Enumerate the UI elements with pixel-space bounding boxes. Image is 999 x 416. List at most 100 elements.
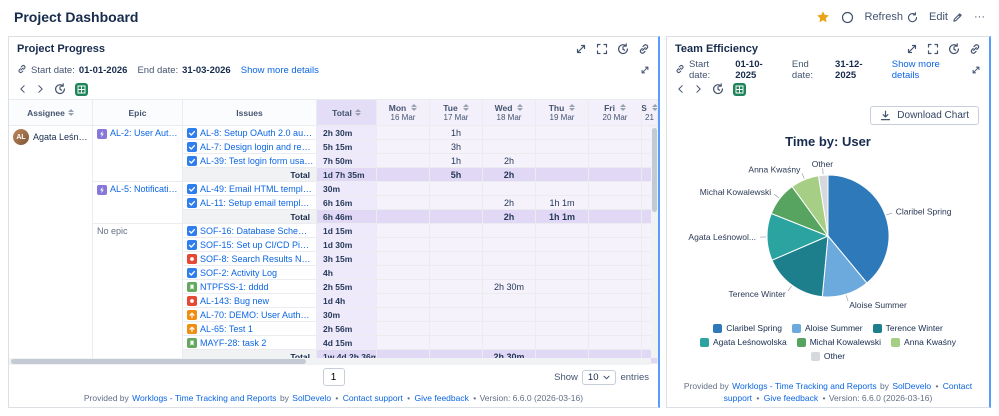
favorite-star-icon[interactable] (816, 10, 830, 24)
day-cell (589, 154, 642, 168)
day-cell (483, 224, 536, 238)
expand-icon[interactable] (971, 65, 981, 75)
contact-support-link[interactable]: Contact support (343, 393, 403, 403)
edit-button[interactable]: Edit (929, 11, 963, 23)
table-header: Assignee Epic Issues Total Mon 16 Mar Tue 17 Ma… (9, 100, 658, 126)
day-column-header[interactable]: S21 (642, 100, 658, 126)
assignee-cell: AL Agata Leśnowolska (9, 126, 93, 364)
legend-label: Other (823, 351, 846, 361)
legend-item[interactable]: Aloise Summer (791, 323, 863, 333)
day-cell (589, 238, 642, 252)
resize-icon[interactable] (575, 43, 587, 55)
prev-period-button[interactable] (18, 84, 27, 94)
show-more-details-link[interactable]: Show more details (892, 59, 967, 81)
history-icon[interactable] (948, 43, 960, 55)
day-cell (536, 126, 589, 140)
fullscreen-icon[interactable] (927, 43, 939, 55)
legend-swatch (796, 337, 806, 347)
issue-link[interactable]: AL-11: Setup email templates for notific… (183, 196, 317, 210)
day-cell: 2h 30m (483, 280, 536, 294)
vendor-link[interactable]: SolDevelo (892, 381, 931, 391)
app-link[interactable]: Worklogs - Time Tracking and Reports (732, 381, 876, 391)
legend-label: Claribel Spring (726, 323, 782, 333)
entries-select[interactable]: 10 (581, 369, 617, 385)
history-icon[interactable] (617, 43, 629, 55)
column-header[interactable]: Epic (93, 100, 183, 126)
issue-total-cell: 7h 50m (317, 154, 377, 168)
time-history-icon[interactable] (54, 83, 66, 95)
download-chart-button[interactable]: Download Chart (870, 106, 979, 125)
prev-period-button[interactable] (676, 84, 685, 94)
link-icon[interactable] (638, 43, 650, 55)
more-button[interactable]: ··· (974, 11, 985, 23)
resize-icon[interactable] (906, 43, 918, 55)
legend-item[interactable]: Anna Kwaśny (891, 337, 956, 347)
vertical-scrollbar[interactable] (651, 126, 658, 358)
scrollbar-thumb[interactable] (652, 128, 657, 212)
day-cell (589, 308, 642, 322)
give-feedback-link[interactable]: Give feedback (415, 393, 469, 403)
day-cell (483, 252, 536, 266)
legend-item[interactable]: Michał Kowalewski (796, 337, 881, 347)
give-feedback-link[interactable]: Give feedback (764, 393, 818, 403)
end-date: 31-03-2026 (182, 64, 231, 76)
legend-item[interactable]: Terence Winter (872, 323, 943, 333)
task-issue-icon (187, 240, 197, 250)
page-1-button[interactable]: 1 (322, 368, 345, 386)
day-cell (589, 196, 642, 210)
task-issue-icon (187, 142, 197, 152)
issue-link[interactable]: NTPFSS-1: dddd (183, 280, 317, 294)
next-period-button[interactable] (36, 84, 45, 94)
vendor-link[interactable]: SolDevelo (292, 393, 331, 403)
day-column-header[interactable]: Wed 18 Mar (483, 100, 536, 126)
fullscreen-icon[interactable] (596, 43, 608, 55)
issue-link[interactable]: MAYF-28: task 2 (183, 336, 317, 350)
issue-link[interactable]: AL-49: Email HTML template for PR com... (183, 182, 317, 196)
issue-link[interactable]: AL-8: Setup OAuth 2.0 authentication (183, 126, 317, 140)
epic-cell[interactable]: AL-2: User Authentication ... (93, 126, 183, 182)
time-history-icon[interactable] (712, 83, 724, 95)
legend-item[interactable]: Claribel Spring (713, 323, 782, 333)
scrollbar-thumb[interactable] (11, 359, 307, 364)
next-period-button[interactable] (694, 84, 703, 94)
legend-label: Anna Kwaśny (904, 337, 957, 347)
sort-icon (651, 104, 657, 112)
issue-link[interactable]: SOF-16: Database Schema Design (183, 224, 317, 238)
day-cell (589, 294, 642, 308)
page-title: Project Dashboard (14, 9, 139, 25)
issue-link[interactable]: AL-70: DEMO: User Authentication Syste..… (183, 308, 317, 322)
link-icon (675, 64, 685, 77)
column-header[interactable]: Issues (183, 100, 317, 126)
expand-icon[interactable] (640, 65, 650, 75)
refresh-button[interactable]: Refresh (865, 11, 919, 23)
column-header[interactable]: Assignee (9, 100, 93, 126)
epic-cell[interactable]: AL-5: Notification & Email ... (93, 182, 183, 224)
issue-link[interactable]: AL-39: Test login form usability (183, 154, 317, 168)
legend-item[interactable]: Other (810, 351, 846, 361)
app-link[interactable]: Worklogs - Time Tracking and Reports (132, 393, 276, 403)
issue-total-cell: 5h 15m (317, 140, 377, 154)
column-header[interactable]: Total (317, 100, 377, 126)
legend-item[interactable]: Agata Leśnowolska (699, 337, 787, 347)
issue-link[interactable]: AL-7: Design login and registration UI (183, 140, 317, 154)
day-column-header[interactable]: Fri 20 Mar (589, 100, 642, 126)
export-excel-icon[interactable] (75, 82, 88, 96)
issue-total-cell: 4d 15m (317, 336, 377, 350)
day-column-header[interactable]: Thu 19 Mar (536, 100, 589, 126)
export-excel-icon[interactable] (733, 82, 746, 96)
link-icon[interactable] (969, 43, 981, 55)
horizontal-scrollbar[interactable] (9, 358, 651, 365)
sort-icon (619, 104, 626, 112)
task-issue-icon (187, 268, 197, 278)
circle-icon[interactable] (841, 11, 854, 24)
issue-link[interactable]: AL-143: Bug new (183, 294, 317, 308)
start-date: 01-10-2025 (735, 59, 763, 81)
show-more-details-link[interactable]: Show more details (241, 65, 319, 76)
day-column-header[interactable]: Mon 16 Mar (377, 100, 430, 126)
issue-link[interactable]: SOF-2: Activity Log (183, 266, 317, 280)
day-column-header[interactable]: Tue 17 Mar (430, 100, 483, 126)
group-total-label: Total (183, 210, 317, 224)
issue-link[interactable]: SOF-15: Set up CI/CD Pipeline (183, 238, 317, 252)
issue-link[interactable]: SOF-8: Search Results Not Filtering (183, 252, 317, 266)
issue-link[interactable]: AL-65: Test 1 (183, 322, 317, 336)
